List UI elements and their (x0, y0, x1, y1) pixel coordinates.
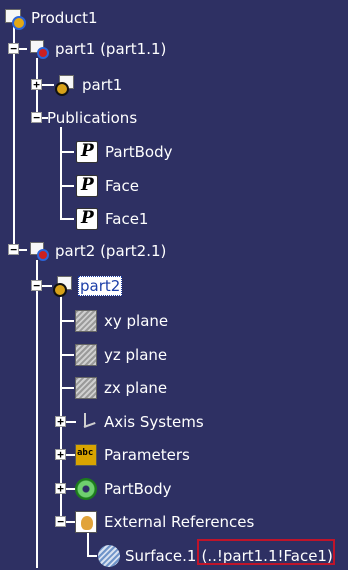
node-label: PartBody (104, 480, 172, 498)
node-label: Face (105, 177, 139, 195)
node-label: part1 (82, 76, 123, 94)
node-label: zx plane (104, 379, 168, 397)
tree-node-external-references[interactable]: External References (75, 508, 256, 536)
tree-node-part2[interactable]: part2 (51, 272, 123, 300)
tree-node-partbody[interactable]: PartBody (75, 475, 173, 503)
tree-node-pub-partbody[interactable]: P PartBody (76, 138, 174, 166)
tree-node-xy-plane[interactable]: xy plane (75, 307, 170, 335)
parameters-icon: abc (75, 444, 97, 466)
tree-line (60, 127, 62, 219)
part-icon (51, 275, 73, 297)
tree-line (60, 151, 74, 153)
tree-line (60, 354, 74, 356)
node-label: Publications (47, 109, 138, 127)
tree-node-zx-plane[interactable]: zx plane (75, 374, 169, 402)
tree-line (36, 260, 38, 568)
tree-line (60, 185, 74, 187)
publication-icon: P (76, 175, 98, 197)
tree-line (13, 24, 15, 250)
tree-node-yz-plane[interactable]: yz plane (75, 341, 169, 369)
node-label: External References (104, 513, 255, 531)
collapse-toggle[interactable]: − (55, 516, 66, 527)
tree-node-parameters[interactable]: abc Parameters (75, 441, 192, 469)
node-label: yz plane (104, 346, 168, 364)
external-references-icon (75, 511, 97, 533)
expand-toggle[interactable]: + (31, 79, 42, 90)
tree-line (60, 218, 74, 220)
node-label: Axis Systems (104, 413, 204, 431)
partbody-gear-icon (75, 478, 97, 500)
component-instance-icon (26, 240, 49, 262)
product-icon (2, 7, 26, 30)
tree-line (60, 320, 74, 322)
plane-icon (75, 377, 97, 399)
publication-icon: P (76, 141, 98, 163)
tree-node-product1[interactable]: Product1 (2, 4, 100, 32)
tree-node-pub-face[interactable]: P Face (76, 172, 141, 200)
expand-toggle[interactable]: + (55, 483, 66, 494)
tree-node-part1-instance[interactable]: part1 (part1.1) (26, 35, 168, 63)
collapse-toggle[interactable]: − (8, 43, 19, 54)
part-icon (53, 74, 75, 96)
expand-toggle[interactable]: + (55, 416, 66, 427)
node-label-selected: part2 (78, 276, 123, 296)
plane-icon (75, 344, 97, 366)
highlight-box (197, 539, 335, 565)
node-label: part2 (part2.1) (55, 242, 167, 260)
tree-node-pub-face1[interactable]: P Face1 (76, 205, 150, 233)
node-label: Parameters (104, 446, 190, 464)
tree-node-axis-systems[interactable]: Axis Systems (75, 408, 206, 436)
component-instance-icon (26, 38, 49, 60)
axis-system-icon (75, 411, 97, 433)
specification-tree: − + − − − + + + − Product1 part1 (part1.… (0, 0, 348, 568)
tree-node-publications[interactable]: Publications (45, 104, 139, 132)
collapse-toggle[interactable]: − (31, 280, 42, 291)
plane-icon (75, 310, 97, 332)
surface-icon (98, 545, 120, 567)
tree-node-part2-instance[interactable]: part2 (part2.1) (26, 237, 168, 265)
node-label: Product1 (31, 9, 98, 27)
node-label: Face1 (105, 210, 149, 228)
tree-line (87, 555, 97, 557)
expand-toggle[interactable]: + (55, 449, 66, 460)
node-label: part1 (part1.1) (55, 40, 167, 58)
collapse-toggle[interactable]: − (31, 112, 42, 123)
publication-icon: P (76, 208, 98, 230)
tree-node-part1[interactable]: part1 (53, 71, 124, 99)
node-label: PartBody (105, 143, 173, 161)
node-label: Surface.1 (125, 547, 197, 565)
node-label: xy plane (104, 312, 169, 330)
collapse-toggle[interactable]: − (8, 244, 19, 255)
tree-line (60, 387, 74, 389)
